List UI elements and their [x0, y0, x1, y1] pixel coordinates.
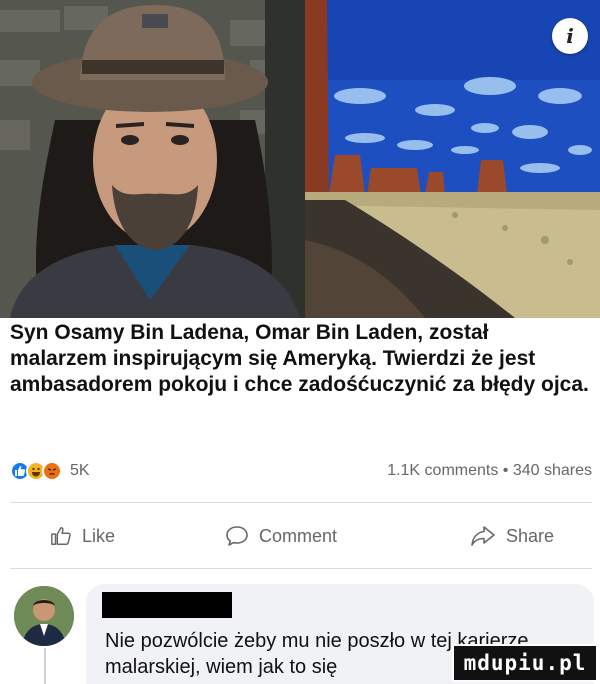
info-icon[interactable]: i — [552, 18, 588, 54]
reactions-bar: 5K 1.1K comments • 340 shares — [10, 458, 592, 484]
comment-button[interactable]: Comment — [225, 525, 337, 547]
painting-photo[interactable]: i — [305, 0, 600, 318]
avatar-illustration — [14, 586, 74, 646]
divider — [10, 502, 592, 503]
post-photos: i — [0, 0, 600, 318]
comment-icon — [226, 526, 248, 546]
share-icon — [471, 526, 495, 546]
share-label: Share — [505, 525, 554, 546]
avatar[interactable] — [14, 586, 74, 646]
thread-line — [44, 648, 46, 684]
watermark: mdupiu.pl — [452, 644, 598, 682]
action-bar: Like Comment Share — [10, 516, 592, 556]
divider — [10, 568, 592, 569]
thumbs-up-icon — [51, 527, 71, 545]
redacted-commenter-name — [102, 592, 232, 618]
comment-label: Comment — [259, 525, 338, 546]
reaction-count[interactable]: 5K — [70, 462, 90, 480]
comments-shares-count[interactable]: 1.1K comments • 340 shares — [387, 462, 592, 480]
portrait-photo[interactable] — [0, 0, 305, 318]
share-button[interactable]: Share — [470, 525, 554, 547]
reaction-icons[interactable] — [10, 461, 62, 481]
like-label: Like — [82, 525, 116, 546]
portrait-illustration — [0, 0, 305, 318]
like-button[interactable]: Like — [50, 525, 115, 547]
angry-icon — [42, 461, 62, 481]
post-caption: Syn Osamy Bin Ladena, Omar Bin Laden, zo… — [10, 321, 589, 396]
